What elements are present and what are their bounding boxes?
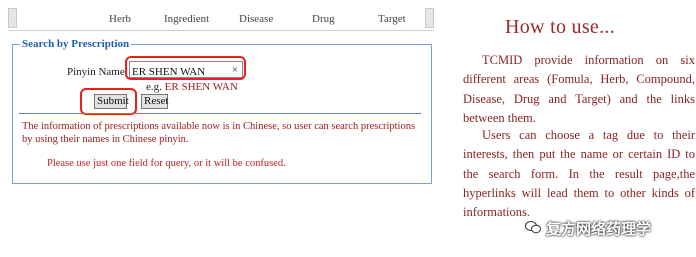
example-hint: e.g. ER SHEN WAN xyxy=(146,81,238,93)
nav-scroll-left-button[interactable] xyxy=(8,8,17,28)
nav-item-drug[interactable]: Drug xyxy=(312,13,335,25)
howto-paragraph-2: Users can choose a tag due to their inte… xyxy=(463,128,695,220)
howto-paragraph-1: TCMID provide information on six differe… xyxy=(463,53,695,125)
pinyin-name-label: Pinyin Name xyxy=(67,66,125,78)
wechat-icon xyxy=(525,221,541,234)
example-prefix: e.g. xyxy=(146,81,162,93)
nav-item-target[interactable]: Target xyxy=(378,13,406,25)
nav-item-herb[interactable]: Herb xyxy=(109,13,131,25)
howto-title: How to use... xyxy=(505,16,616,38)
input-highlight-box xyxy=(125,56,246,80)
nav-item-disease[interactable]: Disease xyxy=(239,13,273,25)
example-value: ER SHEN WAN xyxy=(164,81,238,93)
top-nav: Herb Ingredient Disease Drug Target xyxy=(8,8,434,31)
nav-scroll-right-button[interactable] xyxy=(425,8,434,28)
warning-text: Please use just one field for query, or … xyxy=(47,158,286,169)
divider xyxy=(19,113,421,114)
nav-item-ingredient[interactable]: Ingredient xyxy=(164,13,209,25)
reset-button[interactable]: Reset xyxy=(141,94,168,109)
info-text: The information of prescriptions availab… xyxy=(22,121,416,145)
watermark-text: 复方网络药理学 xyxy=(546,220,652,238)
search-panel: Herb Ingredient Disease Drug Target Sear… xyxy=(0,0,441,200)
search-legend: Search by Prescription xyxy=(20,38,132,50)
submit-highlight-box xyxy=(80,88,137,115)
